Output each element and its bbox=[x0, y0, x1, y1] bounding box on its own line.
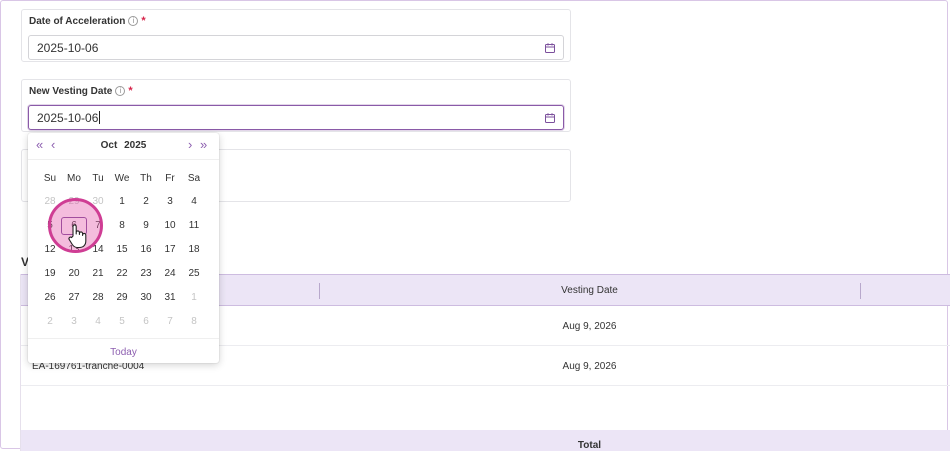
calendar-day[interactable]: 4 bbox=[86, 314, 110, 330]
info-icon[interactable]: i bbox=[128, 16, 139, 26]
date-picker-popup: « ‹ Oct 2025 › » Su Mo Tu We Th Fr Sa 28 29 30 1 2 3… bbox=[28, 133, 219, 363]
new-vesting-date-value: 2025-10-06 bbox=[37, 110, 99, 125]
calendar-day[interactable]: 29 bbox=[62, 194, 86, 210]
acceleration-date-value: 2025-10-06 bbox=[37, 40, 99, 55]
calendar-day[interactable]: 24 bbox=[158, 266, 182, 282]
calendar-day[interactable]: 16 bbox=[134, 242, 158, 258]
calendar-day[interactable]: 17 bbox=[158, 242, 182, 258]
weekday-header: Su bbox=[43, 173, 57, 184]
today-button[interactable]: Today bbox=[28, 347, 219, 358]
new-vesting-date-card: New Vesting Date i * 2025-10-06 bbox=[21, 79, 571, 132]
calendar-day[interactable]: 27 bbox=[62, 290, 86, 306]
calendar-day[interactable]: 21 bbox=[86, 266, 110, 282]
calendar-day[interactable]: 10 bbox=[158, 218, 182, 234]
date-picker-footer: Today bbox=[28, 338, 219, 364]
year-selector[interactable]: 2025 bbox=[124, 140, 146, 151]
weekday-header: We bbox=[114, 173, 130, 184]
vesting-date-cell: Aug 9, 2026 bbox=[562, 361, 617, 372]
info-icon[interactable]: i bbox=[115, 86, 126, 96]
weekday-header: Mo bbox=[67, 173, 81, 184]
calendar-day[interactable]: 4 bbox=[182, 194, 206, 210]
calendar-day[interactable]: 23 bbox=[134, 266, 158, 282]
calendar-day[interactable]: 3 bbox=[158, 194, 182, 210]
calendar-icon[interactable] bbox=[545, 113, 555, 123]
calendar-day[interactable]: 1 bbox=[110, 194, 134, 210]
calendar-day[interactable]: 29 bbox=[110, 290, 134, 306]
calendar-day[interactable]: 2 bbox=[38, 314, 62, 330]
calendar-icon[interactable] bbox=[545, 43, 555, 53]
acceleration-date-input[interactable]: 2025-10-06 bbox=[28, 35, 564, 60]
weekday-header: Th bbox=[140, 173, 152, 184]
new-vesting-date-label: New Vesting Date bbox=[29, 85, 113, 97]
weekday-header: Sa bbox=[187, 173, 201, 184]
calendar-day[interactable]: 25 bbox=[182, 266, 206, 282]
calendar-day[interactable]: 28 bbox=[38, 194, 62, 210]
calendar-day[interactable]: 18 bbox=[182, 242, 206, 258]
new-vesting-date-input[interactable]: 2025-10-06 bbox=[28, 105, 564, 130]
weekday-header: Fr bbox=[165, 173, 175, 184]
next-year-button[interactable]: » bbox=[200, 138, 207, 152]
calendar-day[interactable]: 6 bbox=[134, 314, 158, 330]
required-mark: * bbox=[128, 85, 133, 97]
calendar-day[interactable]: 6 bbox=[61, 217, 87, 235]
calendar-day[interactable]: 5 bbox=[38, 218, 62, 234]
calendar-day[interactable]: 13 bbox=[62, 242, 86, 258]
total-label: Total bbox=[577, 440, 602, 451]
calendar-day[interactable]: 11 bbox=[182, 218, 206, 234]
calendar-day[interactable]: 28 bbox=[86, 290, 110, 306]
acceleration-date-label: Date of Acceleration bbox=[29, 15, 126, 27]
calendar-day[interactable]: 14 bbox=[86, 242, 110, 258]
weekday-header: Tu bbox=[92, 173, 104, 184]
calendar-day[interactable]: 20 bbox=[62, 266, 86, 282]
required-mark: * bbox=[141, 15, 146, 27]
calendar-day[interactable]: 8 bbox=[110, 218, 134, 234]
calendar-day[interactable]: 3 bbox=[62, 314, 86, 330]
calendar-day[interactable]: 15 bbox=[110, 242, 134, 258]
column-header-vesting-date[interactable]: Vesting Date bbox=[319, 285, 860, 296]
calendar-day[interactable]: 7 bbox=[158, 314, 182, 330]
calendar-day[interactable]: 30 bbox=[86, 194, 110, 210]
calendar-day[interactable]: 30 bbox=[134, 290, 158, 306]
column-divider bbox=[860, 283, 861, 299]
vesting-date-cell: Aug 9, 2026 bbox=[562, 321, 617, 332]
calendar-day[interactable]: 2 bbox=[134, 194, 158, 210]
date-picker-header: « ‹ Oct 2025 › » bbox=[28, 133, 219, 160]
calendar-day[interactable]: 5 bbox=[110, 314, 134, 330]
acceleration-date-label-row: Date of Acceleration i * bbox=[29, 15, 146, 27]
calendar-day[interactable]: 22 bbox=[110, 266, 134, 282]
calendar-day[interactable]: 26 bbox=[38, 290, 62, 306]
new-vesting-date-label-row: New Vesting Date i * bbox=[29, 85, 133, 97]
calendar-day[interactable]: 7 bbox=[86, 218, 110, 234]
next-month-button[interactable]: › bbox=[188, 138, 192, 152]
calendar-day[interactable]: 9 bbox=[134, 218, 158, 234]
calendar-day[interactable]: 1 bbox=[182, 290, 206, 306]
month-selector[interactable]: Oct bbox=[101, 140, 118, 151]
calendar-day[interactable]: 12 bbox=[38, 242, 62, 258]
acceleration-date-card: Date of Acceleration i * 2025-10-06 bbox=[21, 9, 571, 62]
text-caret bbox=[99, 111, 101, 124]
calendar-day[interactable]: 8 bbox=[182, 314, 206, 330]
calendar-day[interactable]: 31 bbox=[158, 290, 182, 306]
table-footer: Total bbox=[21, 430, 950, 451]
calendar-day[interactable]: 19 bbox=[38, 266, 62, 282]
